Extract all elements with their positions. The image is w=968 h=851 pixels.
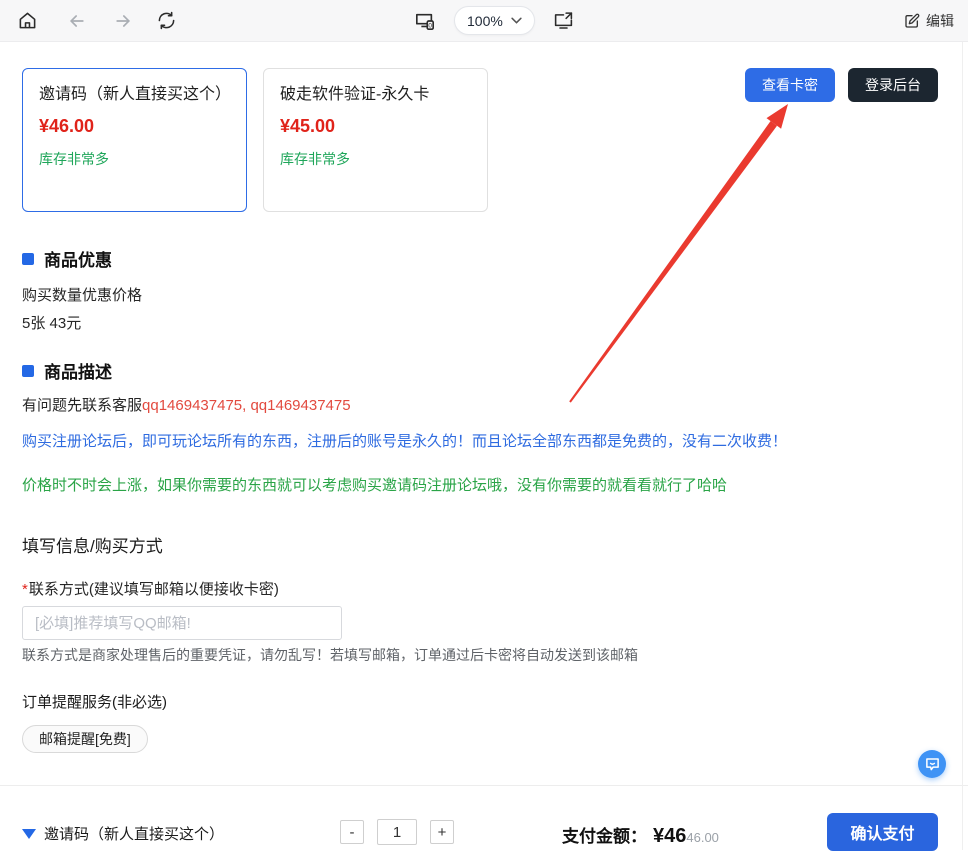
triangle-down-icon	[22, 829, 36, 839]
edit-pencil-icon	[904, 13, 920, 29]
top-action-buttons: 查看卡密 登录后台	[745, 68, 938, 102]
quantity-plus-button[interactable]: +	[430, 820, 454, 844]
description-section-title: 商品描述	[44, 358, 112, 383]
product-stock: 库存非常多	[280, 149, 471, 169]
promo-section-title: 商品优惠	[44, 246, 112, 271]
product-title: 邀请码（新人直接买这个）	[39, 83, 230, 108]
promo-line-price: 5张 43元	[22, 312, 81, 333]
email-reminder-chip[interactable]: 邮箱提醒[免费]	[22, 725, 148, 753]
contact-prefix-text: 有问题先联系客服	[22, 397, 142, 414]
edit-label: 编辑	[926, 11, 954, 31]
product-title: 破走软件验证-永久卡	[280, 83, 471, 108]
confirm-pay-button[interactable]: 确认支付	[827, 813, 938, 851]
required-asterisk: *	[22, 581, 28, 598]
description-section-header: 商品描述	[22, 358, 112, 383]
blue-square-bullet-icon	[22, 253, 34, 265]
pay-amount-value: ¥46	[653, 825, 686, 848]
quantity-input[interactable]	[377, 819, 417, 845]
admin-login-button[interactable]: 登录后台	[848, 68, 938, 102]
product-card-invite-code[interactable]: 邀请码（新人直接买这个） ¥46.00 库存非常多	[22, 68, 247, 212]
quantity-minus-button[interactable]: -	[340, 820, 364, 844]
open-display-icon[interactable]	[549, 7, 578, 35]
pay-amount-decimal: 46.00	[686, 830, 719, 845]
view-card-secret-button[interactable]: 查看卡密	[745, 68, 835, 102]
refresh-icon[interactable]	[153, 7, 180, 34]
promo-section-header: 商品优惠	[22, 246, 112, 271]
right-edge-divider	[962, 42, 963, 850]
chevron-down-icon	[511, 17, 522, 24]
zoom-level-value: 100%	[467, 13, 503, 29]
blue-square-bullet-icon	[22, 365, 34, 377]
contact-qq-text: qq1469437475, qq1469437475	[142, 397, 351, 414]
home-icon[interactable]	[14, 7, 41, 34]
checkout-bar: 邀请码（新人直接买这个） - + 支付金额： ¥46 46.00 确认支付	[0, 785, 968, 850]
chat-bubble-icon	[925, 757, 940, 771]
chat-support-button[interactable]	[918, 750, 946, 778]
promo-line-quantity: 购买数量优惠价格	[22, 284, 142, 305]
selected-product-name: 邀请码（新人直接买这个）	[44, 823, 224, 844]
quantity-stepper: - +	[340, 819, 454, 845]
pay-amount-group: 支付金额： ¥46 46.00	[562, 822, 719, 848]
product-price: ¥45.00	[280, 116, 471, 137]
contact-field-label: *联系方式(建议填写邮箱以便接收卡密)	[22, 578, 279, 599]
toolbar: 0 100% 编辑	[0, 0, 968, 42]
product-price: ¥46.00	[39, 116, 230, 137]
selected-product-row[interactable]: 邀请码（新人直接买这个）	[22, 823, 224, 844]
form-section-title: 填写信息/购买方式	[22, 532, 163, 557]
pay-amount-label: 支付金额：	[562, 822, 647, 847]
contact-input[interactable]	[22, 606, 342, 640]
svg-text:0: 0	[428, 22, 432, 29]
devices-icon[interactable]: 0	[410, 7, 440, 35]
product-stock: 库存非常多	[39, 149, 230, 169]
product-card-software-license[interactable]: 破走软件验证-永久卡 ¥45.00 库存非常多	[263, 68, 488, 212]
contact-help-text: 联系方式是商家处理售后的重要凭证，请勿乱写！若填写邮箱，订单通过后卡密将自动发送…	[22, 645, 952, 665]
contact-label-text: 联系方式(建议填写邮箱以便接收卡密)	[29, 581, 279, 598]
forward-arrow-icon[interactable]	[109, 7, 137, 35]
zoom-level-dropdown[interactable]: 100%	[454, 6, 535, 35]
description-green-line: 价格时不时会上涨，如果你需要的东西就可以考虑购买邀请码注册论坛哦，没有你需要的就…	[22, 474, 952, 495]
product-card-list: 邀请码（新人直接买这个） ¥46.00 库存非常多 破走软件验证-永久卡 ¥45…	[22, 68, 488, 212]
description-contact-line: 有问题先联系客服qq1469437475, qq1469437475	[22, 394, 351, 415]
description-blue-line: 购买注册论坛后，即可玩论坛所有的东西，注册后的账号是永久的！而且论坛全部东西都是…	[22, 430, 952, 451]
reminder-section-title: 订单提醒服务(非必选)	[22, 691, 167, 712]
edit-button[interactable]: 编辑	[904, 11, 954, 31]
back-arrow-icon[interactable]	[63, 7, 91, 35]
